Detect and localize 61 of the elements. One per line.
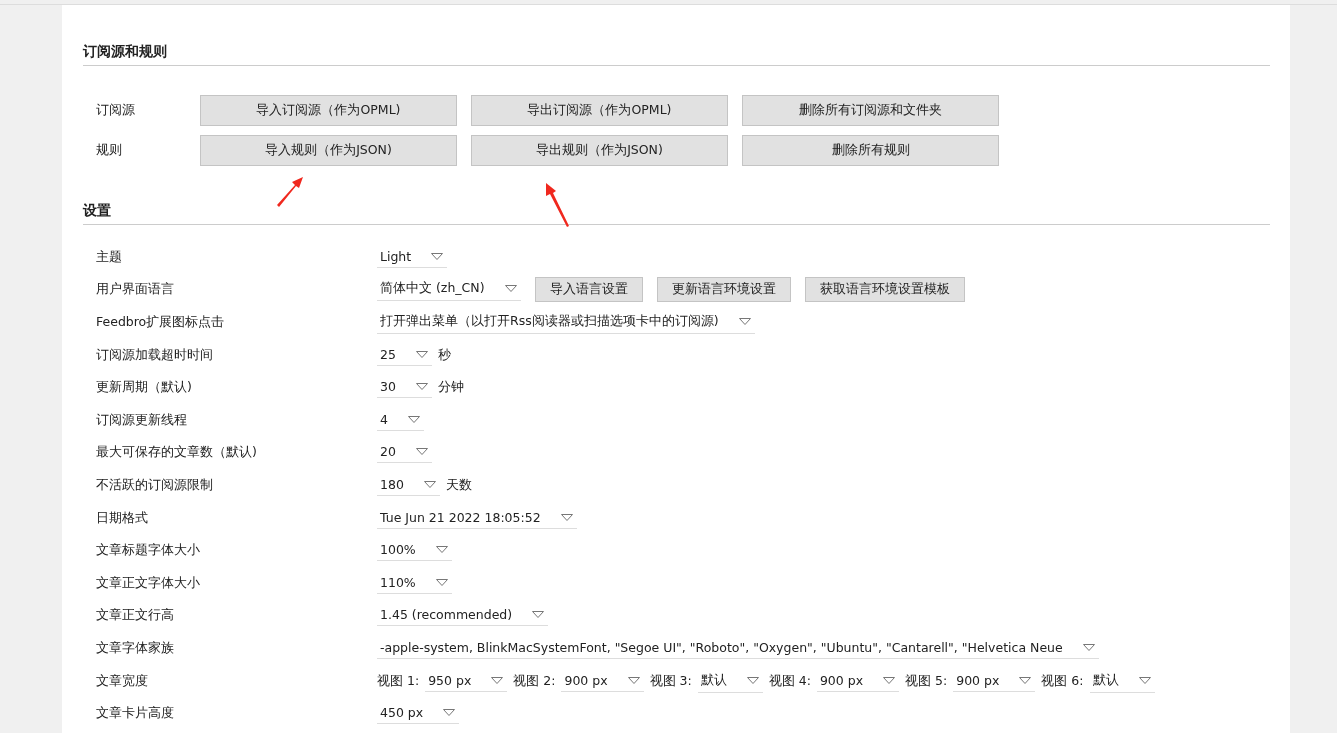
action-button[interactable]: 删除所有规则: [742, 135, 999, 166]
setting-label: 最大可保存的文章数（默认): [96, 444, 258, 462]
caret-icon: [415, 448, 428, 456]
caret-icon: [435, 578, 448, 586]
caret-icon: [532, 611, 545, 619]
setting-label: 文章字体家族: [96, 639, 175, 657]
unit-label: 视图 6:: [1041, 672, 1084, 690]
caret-icon: [415, 383, 428, 391]
caret-icon: [560, 513, 573, 521]
setting-label: 日期格式: [96, 509, 149, 527]
caret-icon: [423, 480, 436, 488]
setting-label: 订阅源更新线程: [96, 411, 188, 429]
action-button[interactable]: 导入语言设置: [534, 277, 643, 303]
setting-label: Feedbro扩展图标点击: [96, 314, 226, 331]
caret-icon: [431, 252, 444, 260]
action-button[interactable]: 更新语言环境设置: [656, 277, 791, 303]
caret-icon: [504, 285, 517, 293]
caret-icon: [1138, 676, 1151, 684]
unit-label: 天数: [445, 476, 472, 494]
unit-label: 分钟: [437, 379, 464, 397]
unit-label: 秒: [437, 346, 451, 364]
setting-label: 文章正文行高: [96, 607, 175, 625]
action-button[interactable]: 删除所有订阅源和文件夹: [742, 95, 999, 126]
unit-label: 视图 2:: [513, 672, 556, 690]
caret-icon: [491, 676, 504, 684]
setting-label: 文章卡片高度: [96, 705, 175, 723]
caret-icon: [443, 709, 456, 717]
caret-icon: [415, 350, 428, 358]
caret-icon: [1082, 643, 1095, 651]
setting-label: 主题: [96, 248, 123, 266]
unit-label: 视图 3:: [649, 672, 692, 690]
setting-label: 更新周期（默认): [96, 379, 193, 397]
dropdown[interactable]: 简体中文 (zh_CN): [377, 278, 521, 302]
section-heading: 订阅源和规则: [83, 43, 1270, 66]
setting-label: 订阅源加载超时时间: [96, 346, 214, 364]
setting-label: 文章宽度: [96, 672, 149, 690]
unit-label: 视图 4:: [768, 672, 811, 690]
caret-icon: [883, 676, 896, 684]
arrow-annotation: [546, 183, 569, 227]
action-button[interactable]: 导入规则（作为JSON): [200, 135, 457, 166]
action-button[interactable]: 获取语言环境设置模板: [804, 277, 965, 303]
caret-icon: [746, 676, 759, 684]
unit-label: 视图 5:: [905, 672, 948, 690]
action-button[interactable]: 导出规则（作为JSON): [471, 135, 728, 166]
row-label: 订阅源: [96, 102, 136, 119]
caret-icon: [407, 415, 420, 423]
caret-icon: [627, 676, 640, 684]
caret-icon: [435, 546, 448, 554]
setting-label: 文章正文字体大小: [96, 574, 201, 592]
action-button[interactable]: 导入订阅源（作为OPML): [200, 95, 457, 126]
row-label: 规则: [96, 142, 123, 159]
action-button[interactable]: 导出订阅源（作为OPML): [471, 95, 728, 126]
section-heading: 设置: [83, 202, 1270, 225]
setting-label: 文章标题字体大小: [96, 542, 201, 560]
dropdown[interactable]: 打开弹出菜单（以打开Rss阅读器或扫描选项卡中的订阅源): [377, 311, 755, 334]
unit-label: 视图 1:: [377, 672, 420, 690]
caret-icon: [738, 318, 751, 325]
caret-icon: [1019, 676, 1032, 684]
arrow-annotation: [277, 177, 303, 207]
setting-label: 用户界面语言: [96, 281, 175, 299]
setting-label: 不活跃的订阅源限制: [96, 476, 214, 494]
